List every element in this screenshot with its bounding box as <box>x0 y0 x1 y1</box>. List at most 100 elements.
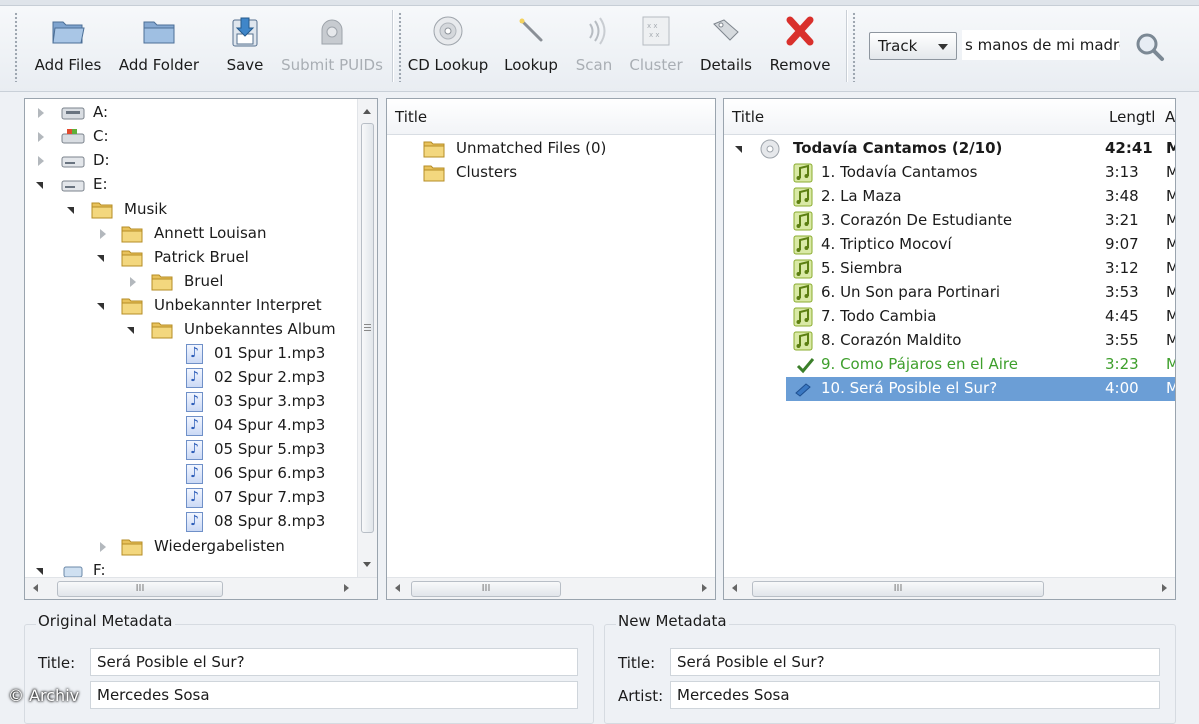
tree-drive-e[interactable]: E: <box>25 173 355 197</box>
folder-label: Patrick Bruel <box>154 248 249 266</box>
track-row[interactable]: 8. Corazón Maldito 3:55 M <box>724 329 1175 353</box>
scan-button[interactable]: Scan <box>570 12 618 82</box>
remove-button[interactable]: Remove <box>764 12 836 82</box>
collapse-arrow-icon[interactable] <box>735 146 742 153</box>
lookup-button[interactable]: Lookup <box>500 12 562 82</box>
scroll-up-arrow-icon[interactable] <box>363 109 371 114</box>
column-header[interactable]: Title <box>387 99 715 135</box>
tree-file[interactable]: ♪ 06 Spur 6.mp3 <box>25 462 355 486</box>
expand-arrow-icon[interactable] <box>100 542 106 552</box>
list-item-clusters[interactable]: Clusters <box>387 161 707 185</box>
tree-folder-patrick-bruel[interactable]: Patrick Bruel <box>25 246 355 270</box>
cluster-icon: x x x x <box>642 16 670 46</box>
collapse-arrow-icon[interactable] <box>97 303 104 310</box>
scroll-right-arrow-icon[interactable] <box>1162 584 1167 592</box>
scroll-left-arrow-icon[interactable] <box>732 584 737 592</box>
tree-folder-musik[interactable]: Musik <box>25 198 355 222</box>
expand-arrow-icon[interactable] <box>130 277 136 287</box>
cd-lookup-button[interactable]: CD Lookup <box>406 12 490 82</box>
toolbar-grip[interactable] <box>398 12 402 82</box>
list-item-unmatched-files[interactable]: Unmatched Files (0) <box>387 137 707 161</box>
tree-drive-d[interactable]: D: <box>25 149 355 173</box>
expand-arrow-icon[interactable] <box>100 229 106 239</box>
cluster-button[interactable]: x x x x Cluster <box>626 12 686 82</box>
folder-label: Unbekannter Interpret <box>154 296 322 314</box>
tree-file[interactable]: ♪ 08 Spur 8.mp3 <box>25 510 355 534</box>
scroll-left-arrow-icon[interactable] <box>395 584 400 592</box>
tree-file[interactable]: ♪ 03 Spur 3.mp3 <box>25 390 355 414</box>
track-row[interactable]: 6. Un Son para Portinari 3:53 M <box>724 281 1175 305</box>
folder-icon <box>423 141 445 158</box>
track-row[interactable]: 1. Todavía Cantamos 3:13 M <box>724 161 1175 185</box>
vertical-scrollbar[interactable] <box>357 99 377 577</box>
column-header[interactable]: Title Lengtl A <box>724 99 1175 135</box>
add-folder-button[interactable]: Add Folder <box>116 12 202 82</box>
tree-file[interactable]: ♪ 02 Spur 2.mp3 <box>25 366 355 390</box>
audio-file-icon: ♪ <box>186 512 203 532</box>
add-files-button[interactable]: Add Files <box>28 12 108 82</box>
scrollbar-thumb[interactable]: III <box>57 581 223 597</box>
tree-drive-a[interactable]: A: <box>25 101 355 125</box>
toolbar-grip[interactable] <box>852 12 856 82</box>
horizontal-scrollbar[interactable]: III <box>724 577 1175 599</box>
tree-folder-bruel[interactable]: Bruel <box>25 270 355 294</box>
search-input[interactable] <box>962 30 1120 60</box>
track-length: 4:00 <box>1105 379 1139 397</box>
new-title-field[interactable]: Será Posible el Sur? <box>670 648 1160 676</box>
copyright-watermark: © Archiv <box>8 686 80 705</box>
scrollbar-thumb[interactable]: III <box>411 581 561 597</box>
album-panel[interactable]: Title Lengtl A Todavía Cantamos (2/10) 4… <box>723 98 1176 600</box>
music-note-icon <box>793 259 813 279</box>
scroll-right-arrow-icon[interactable] <box>702 584 707 592</box>
expand-arrow-icon[interactable] <box>38 156 44 166</box>
collapse-arrow-icon[interactable] <box>97 255 104 262</box>
horizontal-scrollbar[interactable]: III <box>387 577 715 599</box>
expand-arrow-icon[interactable] <box>38 108 44 118</box>
scrollbar-thumb[interactable]: III <box>752 581 1044 597</box>
collapse-arrow-icon[interactable] <box>36 182 43 189</box>
horizontal-scrollbar[interactable]: III <box>25 577 377 599</box>
file-browser-tree[interactable]: A: C: D: E: Musik Annett Louisan Patrick… <box>24 98 378 600</box>
scan-label: Scan <box>575 56 613 74</box>
tree-file[interactable]: ♪ 04 Spur 4.mp3 <box>25 414 355 438</box>
search-icon[interactable] <box>1133 30 1167 64</box>
scroll-down-arrow-icon[interactable] <box>363 562 371 567</box>
original-title-field[interactable]: Será Posible el Sur? <box>90 648 578 676</box>
scroll-left-arrow-icon[interactable] <box>33 584 38 592</box>
tree-file[interactable]: ♪ 07 Spur 7.mp3 <box>25 486 355 510</box>
tree-drive-f[interactable]: F: <box>25 559 355 577</box>
tree-folder-wiedergabelisten[interactable]: Wiedergabelisten <box>25 535 355 559</box>
open-folder-icon <box>52 21 85 44</box>
expand-arrow-icon[interactable] <box>38 132 44 142</box>
save-button[interactable]: Save <box>218 12 272 82</box>
details-button[interactable]: Details <box>696 12 756 82</box>
scroll-right-arrow-icon[interactable] <box>344 584 349 592</box>
original-artist-field[interactable]: Mercedes Sosa <box>90 681 578 709</box>
collapse-arrow-icon[interactable] <box>67 207 74 214</box>
track-row-matched[interactable]: 9. Como Pájaros en el Aire 3:23 M <box>724 353 1175 377</box>
scrollbar-thumb[interactable] <box>361 123 374 533</box>
cluster-panel[interactable]: Title Unmatched Files (0) Clusters III <box>386 98 716 600</box>
track-row[interactable]: 3. Corazón De Estudiante 3:21 M <box>724 209 1175 233</box>
new-artist-field[interactable]: Mercedes Sosa <box>670 681 1160 709</box>
search-type-select[interactable]: Track <box>869 32 957 60</box>
folder-label: Wiedergabelisten <box>154 537 285 555</box>
tree-file[interactable]: ♪ 01 Spur 1.mp3 <box>25 342 355 366</box>
track-row[interactable]: 7. Todo Cambia 4:45 M <box>724 305 1175 329</box>
collapse-arrow-icon[interactable] <box>36 568 43 575</box>
album-row[interactable]: Todavía Cantamos (2/10) 42:41 M <box>724 137 1175 161</box>
tree-folder-unbekannter-interpret[interactable]: Unbekannter Interpret <box>25 294 355 318</box>
file-label: 03 Spur 3.mp3 <box>214 392 326 410</box>
track-row[interactable]: 5. Siembra 3:12 M <box>724 257 1175 281</box>
tree-folder-unbekanntes-album[interactable]: Unbekanntes Album <box>25 318 355 342</box>
column-length-label: Lengtl <box>1109 108 1156 126</box>
collapse-arrow-icon[interactable] <box>127 327 134 334</box>
tree-folder-annett-louisan[interactable]: Annett Louisan <box>25 222 355 246</box>
track-row-selected[interactable]: 10. Será Posible el Sur? 4:00 M <box>786 377 1175 401</box>
track-row[interactable]: 4. Triptico Mocoví 9:07 M <box>724 233 1175 257</box>
toolbar-grip[interactable] <box>14 12 18 82</box>
tree-drive-c[interactable]: C: <box>25 125 355 149</box>
track-row[interactable]: 2. La Maza 3:48 M <box>724 185 1175 209</box>
tree-file[interactable]: ♪ 05 Spur 5.mp3 <box>25 438 355 462</box>
submit-puids-button[interactable]: Submit PUIDs <box>280 12 384 82</box>
